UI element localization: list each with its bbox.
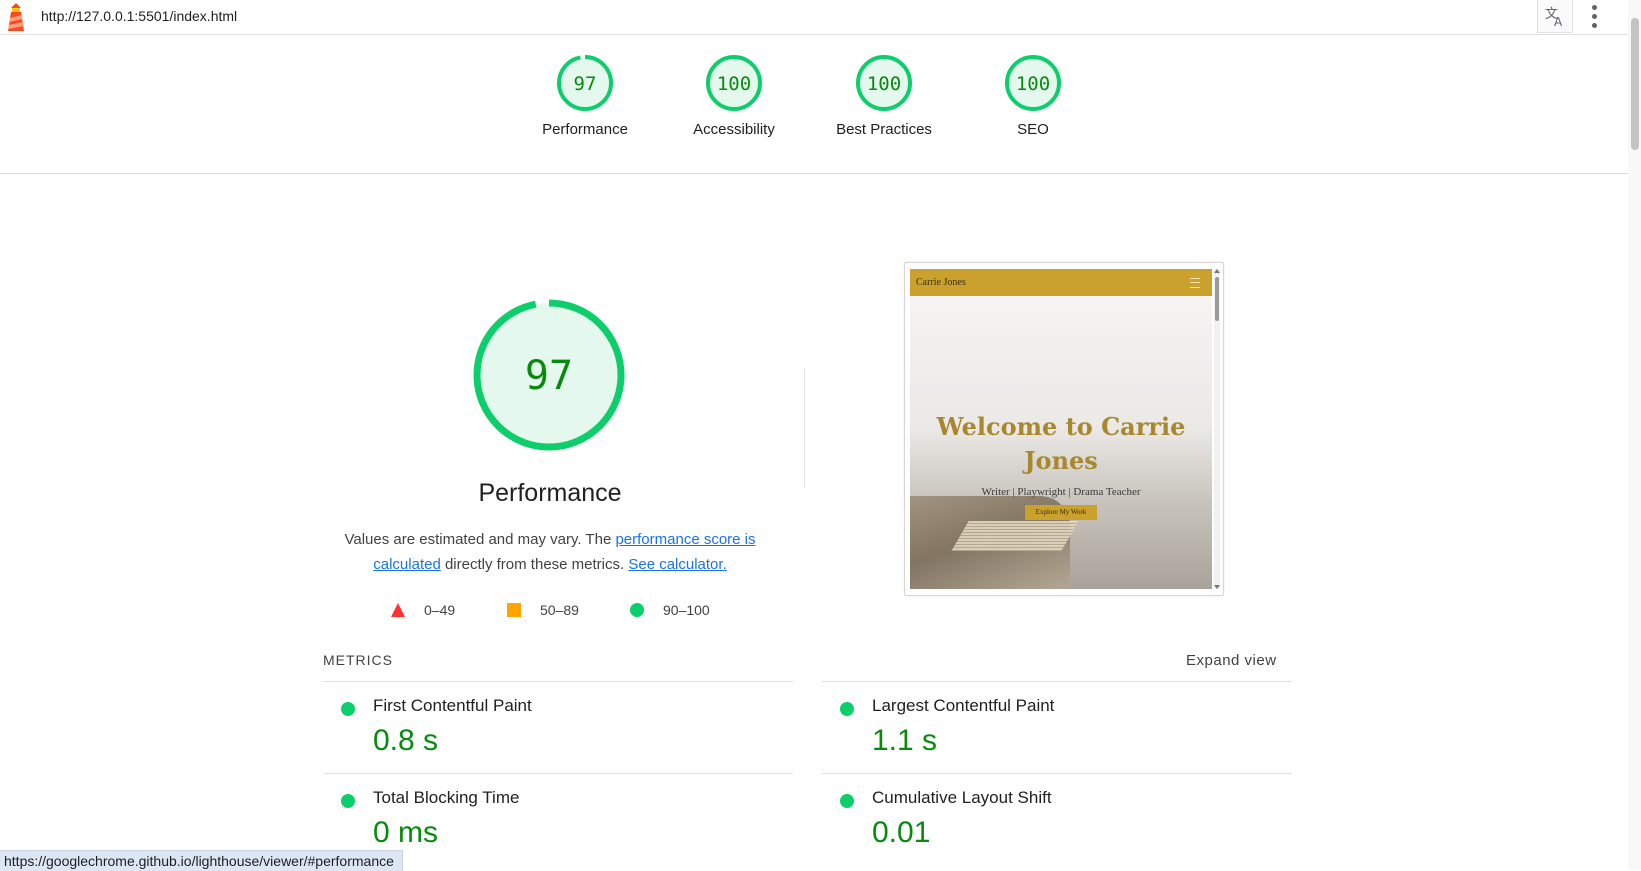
lighthouse-icon[interactable] <box>5 2 27 32</box>
metric-value: 0.01 <box>872 816 931 849</box>
thumbnail-subtitle: Writer | Playwright | Drama Teacher <box>981 486 1141 498</box>
gauge-label: Performance <box>542 121 628 138</box>
triangle-fail-icon <box>391 603 405 617</box>
gauge-score: 97 <box>574 73 597 95</box>
book-pages <box>951 521 1079 551</box>
pass-circle-icon <box>341 794 355 808</box>
metric-title: First Contentful Paint <box>373 696 532 715</box>
gauge-seo[interactable]: 100 SEO <box>968 53 1098 138</box>
performance-description: Values are estimated and may vary. The p… <box>330 527 770 577</box>
translate-button[interactable]: 文 A <box>1537 0 1573 33</box>
legend-average: 50–89 <box>506 598 579 622</box>
pass-circle-icon <box>840 794 854 808</box>
thumbnail-navbar: Carrie Jones <box>910 269 1212 296</box>
page-screenshot[interactable]: Carrie Jones Welcome to Carrie Jones Wri… <box>904 262 1224 596</box>
expand-view-toggle[interactable]: Expand view <box>1186 652 1277 669</box>
see-calculator-link[interactable]: See calculator. <box>628 556 726 573</box>
kebab-menu-icon[interactable] <box>1586 4 1602 28</box>
legend-pass: 90–100 <box>629 598 710 622</box>
thumbnail-headline: Welcome to Carrie Jones <box>936 412 1186 475</box>
thumbnail-scrollbar <box>1214 269 1220 589</box>
gauge-score: 100 <box>1016 73 1050 95</box>
legend-range: 50–89 <box>540 602 579 618</box>
metric-title: Cumulative Layout Shift <box>872 788 1052 807</box>
metric-title: Total Blocking Time <box>373 788 520 807</box>
score-ring: 100 <box>1005 55 1061 111</box>
hamburger-icon <box>1190 278 1200 288</box>
desc-text: Values are estimated and may vary. The <box>344 531 616 548</box>
gauge-best-practices[interactable]: 100 Best Practices <box>819 53 949 138</box>
metric-lcp: Largest Contentful Paint 1.1 s <box>822 681 1292 774</box>
metrics-heading: METRICS <box>323 652 393 668</box>
svg-text:A: A <box>1554 15 1563 27</box>
performance-title: Performance <box>478 479 622 507</box>
gauge-label: SEO <box>1017 121 1049 138</box>
metric-fcp: First Contentful Paint 0.8 s <box>323 681 793 774</box>
thumbnail-scroll-thumb <box>1215 277 1219 321</box>
performance-score: 97 <box>525 353 573 399</box>
metric-value: 0.8 s <box>373 724 439 757</box>
metric-cls: Cumulative Layout Shift 0.01 <box>822 773 1292 866</box>
legend-range: 0–49 <box>424 602 456 618</box>
metric-value: 1.1 s <box>872 724 938 757</box>
score-ring: 100 <box>706 55 762 111</box>
section-divider <box>804 368 805 488</box>
thumbnail-cta-button: Explore My Work <box>1025 505 1097 520</box>
browser-top-bar: http://127.0.0.1:5501/index.html 文 A <box>0 0 1628 35</box>
pass-circle-icon <box>341 702 355 716</box>
gauge-label: Accessibility <box>693 121 775 138</box>
gauge-score: 100 <box>717 73 751 95</box>
score-ring: 97 <box>557 55 613 111</box>
legend-range: 90–100 <box>663 602 710 618</box>
translate-icon: 文 A <box>1545 7 1563 27</box>
screenshot-viewport: Carrie Jones Welcome to Carrie Jones Wri… <box>910 269 1212 589</box>
page-scrollbar[interactable] <box>1628 0 1641 870</box>
legend-fail: 0–49 <box>390 598 455 622</box>
metric-value: 0 ms <box>373 816 439 849</box>
gauge-label: Best Practices <box>836 121 932 138</box>
thumbnail-brand: Carrie Jones <box>916 277 966 288</box>
status-url-bubble: https://googlechrome.github.io/lighthous… <box>0 850 403 871</box>
performance-gauge: 97 <box>473 299 625 451</box>
address-url[interactable]: http://127.0.0.1:5501/index.html <box>41 8 237 24</box>
pass-circle-icon <box>840 702 854 716</box>
gauge-score: 100 <box>867 73 901 95</box>
metric-title: Largest Contentful Paint <box>872 696 1055 715</box>
score-gauges: 97 Performance 100 Accessibility 100 Bes… <box>0 35 1628 174</box>
scroll-up-arrow-icon <box>1214 269 1220 273</box>
gauge-accessibility[interactable]: 100 Accessibility <box>669 53 799 138</box>
scrollbar-thumb[interactable] <box>1631 18 1639 150</box>
circle-pass-icon <box>630 603 644 617</box>
gauge-performance[interactable]: 97 Performance <box>520 53 650 138</box>
scroll-down-arrow-icon <box>1214 585 1220 589</box>
score-ring: 100 <box>856 55 912 111</box>
square-average-icon <box>507 603 521 617</box>
desc-text: directly from these metrics. <box>440 556 629 573</box>
